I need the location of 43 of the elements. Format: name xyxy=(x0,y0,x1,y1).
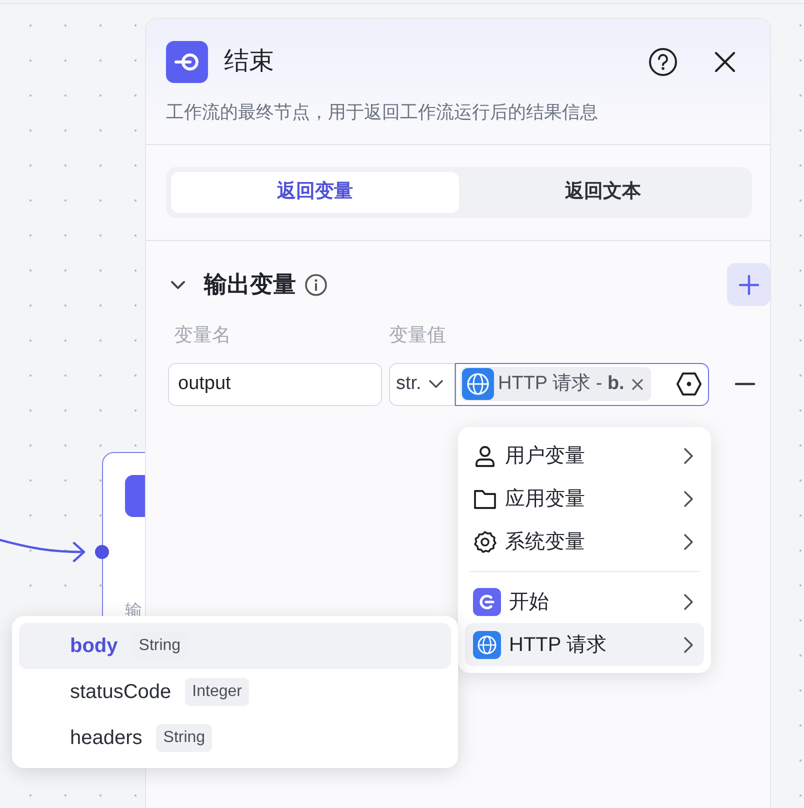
help-icon[interactable] xyxy=(648,47,678,77)
column-header: 变量名 xyxy=(173,324,232,348)
chevron-right-icon xyxy=(682,592,694,610)
field-option[interactable]: statusCode Integer xyxy=(19,669,451,715)
hexagon-icon[interactable] xyxy=(676,371,702,397)
type-tag: String xyxy=(156,724,212,752)
settings-icon xyxy=(473,530,497,554)
plus-icon xyxy=(738,274,758,294)
field-option[interactable]: body String xyxy=(19,623,451,669)
menu-item[interactable]: 系统变量 xyxy=(465,520,704,563)
remove-icon[interactable] xyxy=(632,378,644,390)
chevron-right-icon xyxy=(682,532,694,550)
field-name: body xyxy=(70,634,118,659)
end-node-icon xyxy=(166,41,208,83)
section-title: 输出变量 xyxy=(204,270,296,300)
minus-icon xyxy=(735,382,755,386)
type-tag: Integer xyxy=(185,678,249,706)
add-button[interactable] xyxy=(727,263,770,306)
column-header: 变量值 xyxy=(389,324,446,348)
chevron-right-icon xyxy=(682,490,694,508)
chevron-right-icon xyxy=(682,446,694,464)
menu-item[interactable]: HTTP 请求 xyxy=(465,623,704,666)
menu-item[interactable]: 开始 xyxy=(465,580,704,623)
globe-icon xyxy=(473,630,501,658)
type-select[interactable]: str. xyxy=(389,362,455,406)
info-icon[interactable] xyxy=(304,272,328,296)
close-icon[interactable] xyxy=(714,51,736,73)
tab[interactable]: 返回变量 xyxy=(171,172,459,213)
start-node-icon xyxy=(473,588,501,616)
menu-item[interactable]: 用户变量 xyxy=(465,434,704,477)
chip-label: HTTP 请求 - b. xyxy=(498,372,624,396)
person-icon xyxy=(473,444,497,468)
globe-icon xyxy=(462,368,494,400)
field-option[interactable]: headers String xyxy=(19,715,451,761)
menu-item[interactable]: 应用变量 xyxy=(465,477,704,520)
name-input-field[interactable]: output xyxy=(168,362,382,406)
chevron-right-icon xyxy=(682,636,694,654)
field-name: statusCode xyxy=(70,680,172,705)
field-name: headers xyxy=(70,726,142,751)
panel-title: 结束 xyxy=(224,46,274,78)
value-field[interactable]: HTTP 请求 - b. xyxy=(455,362,709,406)
tab[interactable]: 返回文本 xyxy=(459,172,747,213)
panel-description: 工作流的最终节点，用于返回工作流运行后的结果信息 xyxy=(166,101,599,124)
